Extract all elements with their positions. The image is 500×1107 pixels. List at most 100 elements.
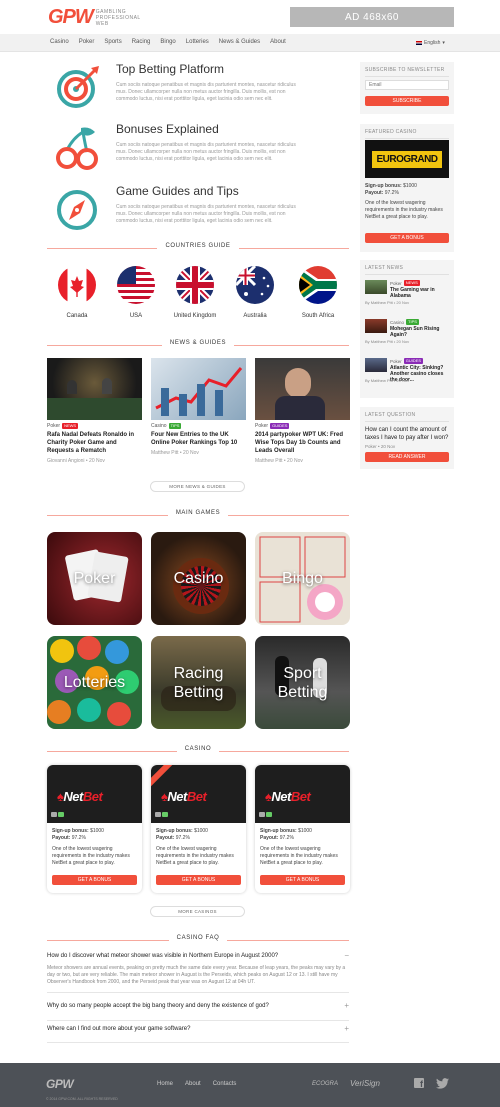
nav-item-news-guides[interactable]: News & Guides [219, 39, 260, 45]
game-tile-lotteries[interactable]: Lotteries [47, 636, 142, 729]
get-bonus-button[interactable]: GET A BONUS [156, 875, 241, 885]
featured-description: One of the lowest wagering requirements … [365, 200, 443, 220]
news-card[interactable]: Casino TIPS Four New Entries to the UK On… [151, 358, 246, 456]
language-select[interactable]: English ▾ [416, 40, 445, 46]
game-tile-bingo[interactable]: Bingo [255, 532, 350, 625]
eurogrand-logo[interactable]: EUROGRAND [365, 140, 449, 178]
news-thumbnail [365, 280, 387, 294]
footer-link-contacts[interactable]: Contacts [213, 1081, 237, 1087]
latest-news-item[interactable]: Casino TIPS Mohegan Sun Rising Again? By … [365, 319, 449, 344]
news-title[interactable]: Rafa Nadal Defeats Ronaldo in Charity Po… [47, 431, 142, 455]
nav-item-sports[interactable]: Sports [104, 39, 121, 45]
payout-value: 97.2% [384, 190, 399, 196]
ad-banner[interactable]: AD 468x60 [290, 7, 454, 27]
netbet-logo: ♠NetBet [161, 789, 207, 804]
news-badge: GUIDES [270, 423, 290, 429]
game-tile-racing[interactable]: Racing Betting [151, 636, 246, 729]
site-logo[interactable]: GPW GAMBLING PROFESSIONAL WEB [48, 6, 141, 29]
latest-question-box: LATEST QUESTION How can I count the amou… [360, 407, 454, 469]
faq-item: Where can I find out more about your gam… [47, 1024, 349, 1043]
language-label: English [424, 40, 441, 46]
faq-question[interactable]: Why do so many people accept the big ban… [47, 1003, 269, 1009]
expand-icon[interactable]: + [344, 1024, 349, 1033]
more-casinos-button[interactable]: MORE CASINOS [150, 906, 245, 917]
game-tile-casino[interactable]: Casino [151, 532, 246, 625]
nav-item-lotteries[interactable]: Lotteries [186, 39, 209, 45]
news-card[interactable]: Poker GUIDES 2014 partypoker WPT UK: Fred… [255, 358, 350, 464]
footer-link-home[interactable]: Home [157, 1081, 173, 1087]
uk-flag-icon [416, 41, 422, 45]
casino-description: One of the lowest wagering requirements … [260, 846, 338, 866]
payout-value: 97.2% [279, 835, 294, 841]
news-image [255, 358, 350, 420]
twitter-icon[interactable] [436, 1078, 449, 1089]
casino-description: One of the lowest wagering requirements … [156, 846, 234, 866]
read-answer-button[interactable]: READ ANSWER [365, 452, 449, 462]
netbet-logo: ♠NetBet [265, 789, 311, 804]
footer-logo[interactable]: GPW [46, 1077, 74, 1091]
nav-item-racing[interactable]: Racing [132, 39, 151, 45]
bonus-value: $1000 [403, 183, 417, 189]
nav-item-casino[interactable]: Casino [50, 39, 69, 45]
game-tile-poker[interactable]: Poker [47, 532, 142, 625]
faq-answer: Meteor showers are annual events, peakin… [47, 965, 346, 985]
south-africa-flag-icon [299, 266, 337, 304]
casino-logo-area: ♠NetBet [47, 765, 142, 823]
casino-heading: CASINO [47, 746, 349, 756]
country-usa[interactable]: USA [107, 266, 165, 319]
country-australia[interactable]: Australia [226, 266, 284, 319]
casino-card: ♠NetBet Sign-up bonus: $1000 Payout: 97.… [255, 765, 350, 893]
news-byline: Giovanni Angioni • 20 Nov [47, 458, 105, 464]
netbet-logo: ♠NetBet [57, 789, 103, 804]
latest-news-item[interactable]: Poker NEWS The Gaming war in Alabama By M… [365, 280, 449, 305]
latest-news-headline: Mohegan Sun Rising Again? [390, 326, 440, 338]
news-image [47, 358, 142, 420]
expand-icon[interactable]: + [344, 1001, 349, 1010]
more-news-button[interactable]: MORE NEWS & GUIDES [150, 481, 245, 492]
latest-news-item[interactable]: Poker GUIDES Atlantic City: Sinking? Anot… [365, 358, 449, 383]
news-heading: NEWS & GUIDES [47, 340, 349, 350]
faq-heading: CASINO FAQ [47, 935, 349, 945]
copyright-text: © 2014 GPW.COM. ALL RIGHTS RESERVED [46, 1097, 118, 1101]
country-name: South Africa [301, 313, 335, 319]
news-title[interactable]: 2014 partypoker WPT UK: Fred Wise Tops D… [255, 431, 350, 455]
feature-check-icons [259, 812, 272, 817]
get-bonus-button[interactable]: GET A BONUS [52, 875, 137, 885]
game-tile-sport[interactable]: Sport Betting [255, 636, 350, 729]
facebook-icon[interactable]: f [414, 1078, 424, 1089]
nav-item-bingo[interactable]: Bingo [160, 39, 175, 45]
country-name: United Kingdom [173, 313, 217, 319]
news-badge: TIPS [168, 423, 182, 429]
get-bonus-button[interactable]: GET A BONUS [260, 875, 345, 885]
footer-link-about[interactable]: About [185, 1081, 201, 1087]
subscribe-button[interactable]: SUBSCRIBE [365, 96, 449, 106]
casino-card: ♠NetBet Sign-up bonus: $1000 Payout: 97.… [47, 765, 142, 893]
feature-text: Cum sociis natoque penatibus et magnis d… [116, 142, 296, 162]
get-bonus-button[interactable]: GET A BONUS [365, 233, 449, 243]
site-footer: GPW © 2014 GPW.COM. ALL RIGHTS RESERVED … [0, 1063, 500, 1107]
bonus-value: $1000 [298, 828, 312, 834]
faq-question[interactable]: Where can I find out more about your gam… [47, 1026, 190, 1032]
news-title[interactable]: Four New Entries to the UK Online Poker … [151, 431, 246, 447]
nav-item-poker[interactable]: Poker [79, 39, 95, 45]
feature-title: Game Guides and Tips [116, 184, 239, 198]
latest-news-headline: The Gaming war in Alabama [390, 287, 435, 299]
feature-title: Bonuses Explained [116, 122, 219, 136]
collapse-icon[interactable]: − [344, 951, 349, 960]
question-text[interactable]: How can I count the amount of taxes I ha… [365, 426, 449, 442]
news-category: Poker [255, 423, 269, 429]
email-field[interactable] [365, 80, 449, 90]
nav-item-about[interactable]: About [270, 39, 286, 45]
faq-item-open: How do I discover what meteor shower was… [47, 951, 349, 993]
newsletter-title: SUBSCRIBE TO NEWSLETTER [365, 67, 449, 77]
site-header: GPW GAMBLING PROFESSIONAL WEB AD 468x60 [0, 0, 500, 34]
country-south-africa[interactable]: South Africa [289, 266, 347, 319]
country-uk[interactable]: United Kingdom [166, 266, 224, 319]
newsletter-box: SUBSCRIBE TO NEWSLETTER SUBSCRIBE [360, 62, 454, 114]
country-name: Australia [243, 313, 267, 319]
country-canada[interactable]: Canada [48, 266, 106, 319]
news-card[interactable]: Poker NEWS Rafa Nadal Defeats Ronaldo in … [47, 358, 142, 464]
faq-question[interactable]: How do I discover what meteor shower was… [47, 953, 278, 959]
news-category: Poker [47, 423, 61, 429]
caret-down-icon: ▾ [442, 40, 445, 46]
